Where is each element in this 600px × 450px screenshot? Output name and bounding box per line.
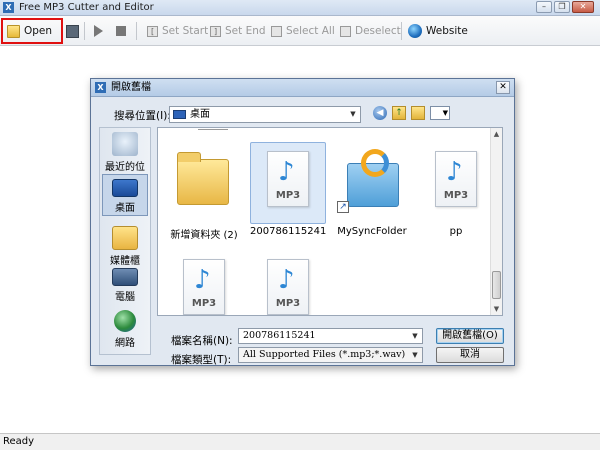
play-button[interactable]: [94, 20, 103, 42]
set-end-label: Set End: [225, 25, 266, 37]
network-icon: [114, 310, 136, 332]
file-item[interactable]: 新增資料夾 (2): [166, 142, 242, 241]
select-all-label: Select All: [286, 25, 335, 37]
window-title: Free MP3 Cutter and Editor: [19, 2, 154, 13]
new-folder-icon[interactable]: [411, 106, 425, 120]
dialog-open-button[interactable]: 開啟舊檔(O): [436, 328, 504, 344]
computer-icon: [112, 268, 138, 286]
file-list-scrollbar[interactable]: ▲ ▼: [490, 128, 502, 315]
window-controls: – ❐ ✕: [536, 1, 594, 13]
filename-value: 200786115241: [243, 330, 316, 341]
file-item[interactable]: ♪ MP3: [166, 250, 242, 315]
status-text: Ready: [3, 436, 35, 447]
dialog-title-bar: X 開啟舊檔 ✕: [91, 79, 514, 97]
close-button[interactable]: ✕: [572, 1, 594, 13]
mp3-file-icon: ♪ MP3: [267, 259, 309, 315]
title-bar: X Free MP3 Cutter and Editor – ❐ ✕: [0, 0, 600, 16]
save-disk-icon: [66, 24, 79, 38]
file-name: pp: [449, 226, 463, 237]
dialog-cancel-button[interactable]: 取消: [436, 347, 504, 363]
places-bar: 最近的位置 桌面 媒體櫃 電腦 網路: [99, 127, 151, 355]
file-item-selected[interactable]: ♪ MP3 200786115241: [250, 142, 326, 237]
dialog-close-button[interactable]: ✕: [496, 81, 510, 94]
file-list: 新增資料夾 (2) ♪ MP3 200786115241 ↗ MySyncFol…: [157, 127, 503, 316]
filetype-label: 檔案類型(T):: [171, 354, 232, 366]
save-button[interactable]: [66, 20, 79, 42]
filename-label: 檔案名稱(N):: [171, 335, 233, 347]
scroll-up-icon[interactable]: ▲: [491, 128, 502, 140]
filename-input[interactable]: 200786115241 ▼: [238, 328, 423, 344]
set-end-button[interactable]: ] Set End: [210, 20, 266, 42]
scroll-down-icon[interactable]: ▼: [491, 303, 502, 315]
file-item[interactable]: ♪ MP3: [250, 250, 326, 315]
website-button[interactable]: Website: [408, 20, 468, 42]
set-start-label: Set Start: [162, 25, 209, 37]
file-item[interactable]: ♪ MP3 pp: [418, 142, 494, 237]
website-label: Website: [426, 25, 468, 37]
scrollbar-thumb[interactable]: [492, 271, 501, 299]
look-in-label: 搜尋位置(I):: [114, 110, 171, 122]
filetype-value: All Supported Files (*.mp3;*.wav): [243, 349, 406, 360]
maximize-button[interactable]: ❐: [554, 1, 570, 13]
deselect-label: Deselect: [355, 25, 401, 37]
set-start-icon: [: [147, 25, 158, 37]
chevron-down-icon: ▼: [350, 110, 356, 118]
status-bar: Ready: [0, 433, 600, 450]
file-name: 新增資料夾 (2): [170, 230, 238, 241]
place-label: 電腦: [115, 292, 135, 303]
desktop-icon: [173, 110, 186, 119]
up-folder-icon[interactable]: ↑: [392, 106, 406, 120]
open-folder-icon: [7, 24, 20, 38]
back-arrow-icon[interactable]: ◀: [373, 106, 387, 120]
folder-icon: [177, 152, 229, 205]
place-computer[interactable]: 電腦: [102, 268, 148, 303]
stop-icon: [116, 26, 126, 36]
place-network[interactable]: 網路: [102, 310, 148, 349]
place-label: 網路: [115, 338, 135, 349]
select-all-button[interactable]: Select All: [271, 20, 335, 42]
shortcut-arrow-icon: ↗: [337, 201, 349, 213]
deselect-button[interactable]: Deselect: [340, 20, 401, 42]
set-start-button[interactable]: [ Set Start: [147, 20, 208, 42]
play-icon: [94, 25, 103, 37]
desktop-icon: [112, 179, 138, 197]
toolbar-separator: [84, 22, 85, 40]
chevron-down-icon: ▼: [412, 351, 418, 359]
navigation-buttons: ◀ ↑ ▼: [373, 106, 450, 120]
stop-button[interactable]: [116, 20, 126, 42]
place-label: 媒體櫃: [110, 256, 140, 267]
partial-item-above: [198, 128, 228, 130]
toolbar: Open [ Set Start ] Set End Select All De…: [0, 16, 600, 46]
place-desktop[interactable]: 桌面: [102, 174, 148, 216]
chevron-down-icon: ▼: [412, 332, 418, 340]
open-file-dialog: X 開啟舊檔 ✕ 搜尋位置(I): 桌面 ▼ ◀ ↑ ▼ 最近的位置 桌面 媒體…: [90, 78, 515, 366]
view-menu-icon[interactable]: ▼: [430, 106, 450, 120]
dialog-app-icon: X: [95, 82, 106, 93]
file-item[interactable]: ↗ MySyncFolder: [334, 142, 410, 237]
dialog-title: 開啟舊檔: [111, 82, 151, 93]
file-name: 200786115241: [250, 226, 327, 237]
recent-places-icon: [112, 132, 138, 156]
filetype-select[interactable]: All Supported Files (*.mp3;*.wav) ▼: [238, 347, 423, 363]
sync-arrows-icon: [361, 149, 389, 177]
open-button-label: Open: [24, 25, 53, 37]
mp3-file-icon: ♪ MP3: [183, 259, 225, 315]
place-libraries[interactable]: 媒體櫃: [102, 226, 148, 267]
globe-icon: [408, 24, 422, 38]
look-in-dropdown[interactable]: 桌面 ▼: [169, 106, 361, 123]
toolbar-separator: [401, 22, 402, 40]
file-name: MySyncFolder: [337, 226, 407, 237]
mp3-file-icon: ♪ MP3: [435, 151, 477, 207]
open-button[interactable]: Open: [1, 18, 63, 44]
minimize-button[interactable]: –: [536, 1, 552, 13]
mp3-file-icon: ♪ MP3: [267, 151, 309, 207]
set-end-icon: ]: [210, 25, 221, 37]
libraries-icon: [112, 226, 138, 250]
look-in-value: 桌面: [190, 109, 210, 120]
app-icon: X: [3, 2, 14, 13]
select-all-icon: [271, 25, 282, 37]
deselect-icon: [340, 25, 351, 37]
place-label: 桌面: [115, 203, 135, 214]
toolbar-separator: [136, 22, 137, 40]
